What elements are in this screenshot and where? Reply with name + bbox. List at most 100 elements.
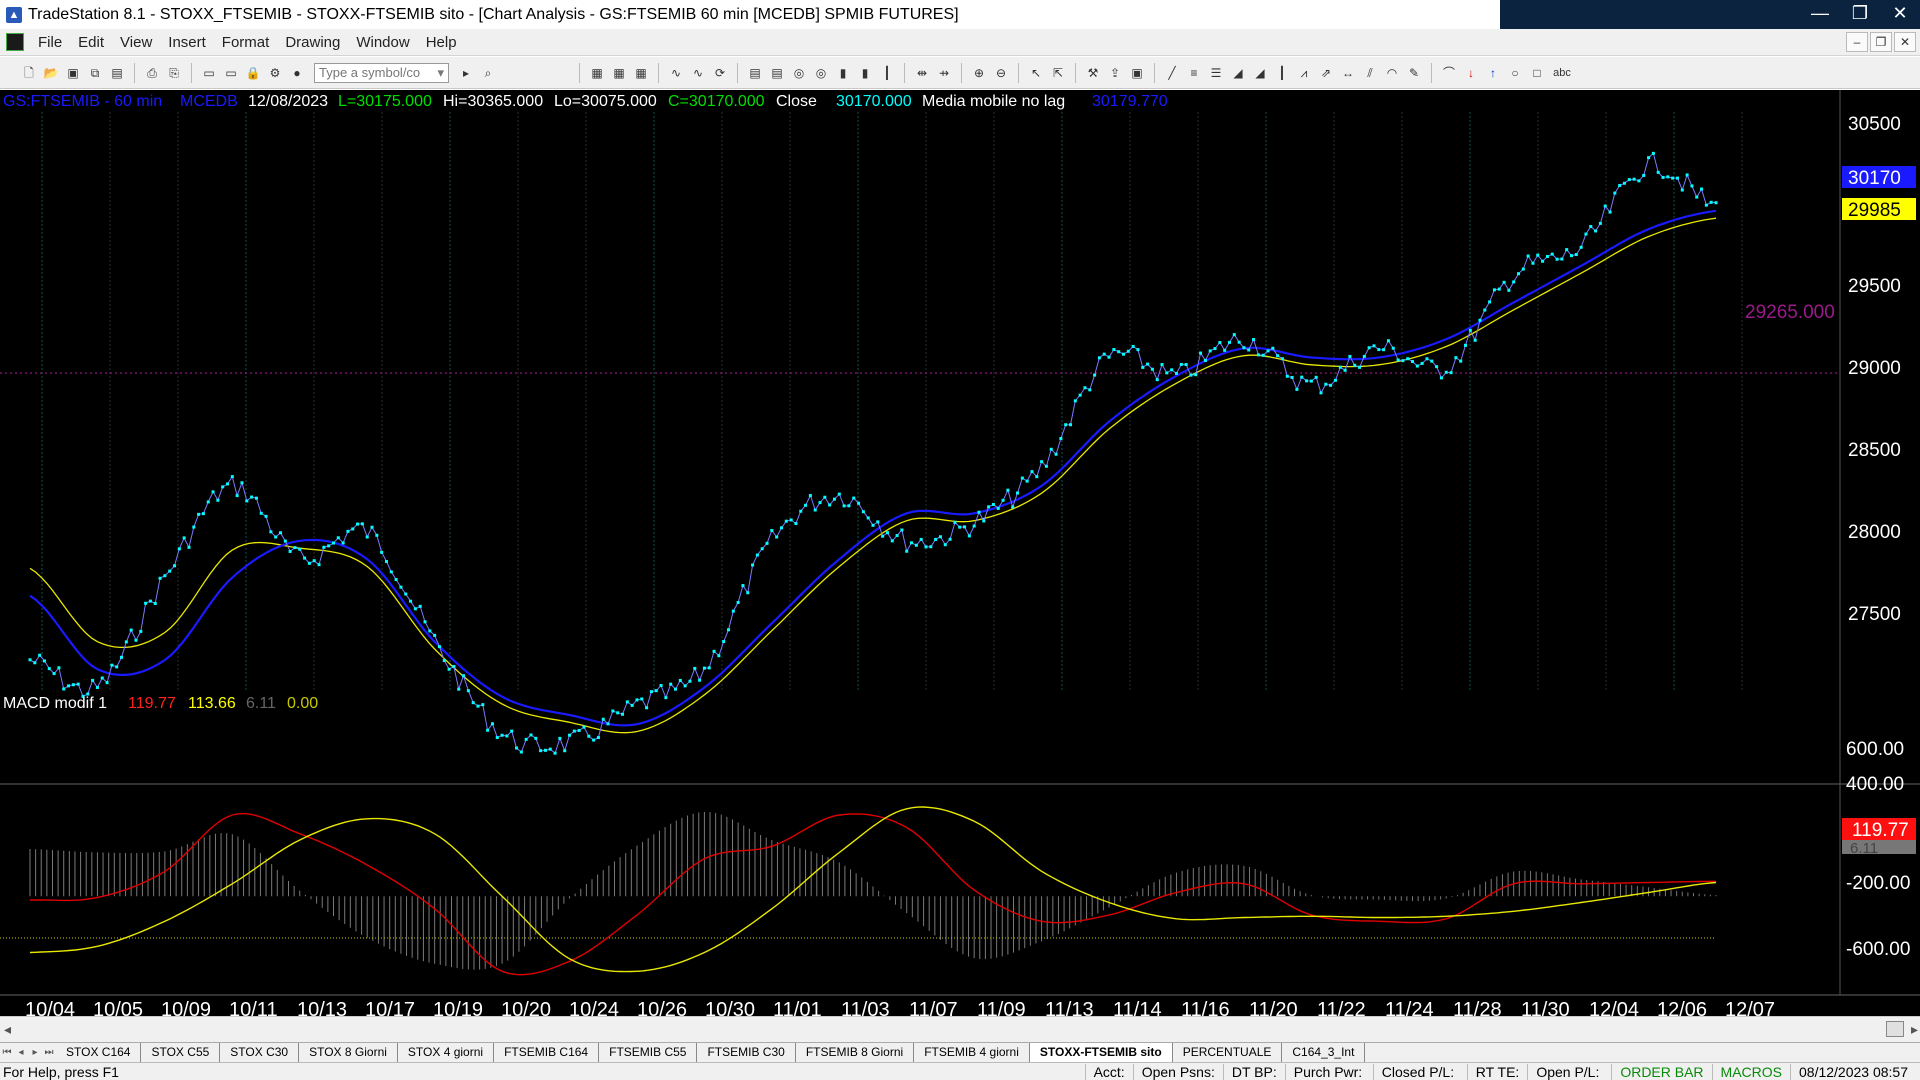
mdi-close-button[interactable]: ✕ (1894, 32, 1916, 52)
scanner-icon[interactable]: ◎ (813, 65, 829, 81)
rectangle-icon[interactable]: □ (1529, 65, 1545, 81)
mdi-restore-button[interactable]: ❐ (1870, 32, 1892, 52)
price-point (1497, 287, 1501, 291)
menu-insert[interactable]: Insert (160, 34, 214, 51)
chart-grid-icon-2[interactable]: ▦ (611, 65, 627, 81)
tool-icon[interactable]: ▣ (1129, 65, 1145, 81)
status-macros[interactable]: MACROS (1711, 1064, 1790, 1080)
workspace-icon[interactable]: ▤ (109, 65, 125, 81)
tab-c164-3-int[interactable]: C164_3_Int (1282, 1043, 1366, 1062)
chart-analysis-window[interactable]: GS:FTSEMIB - 60 min MCEDB 12/08/2023 L=3… (0, 90, 1920, 1026)
menu-window[interactable]: Window (348, 34, 417, 51)
menu-file[interactable]: File (30, 34, 70, 51)
hammer-icon[interactable]: ⚒ (1085, 65, 1101, 81)
text-icon[interactable]: abc (1551, 65, 1573, 81)
tab-stox-c164[interactable]: STOX C164 (56, 1043, 142, 1062)
open-icon[interactable]: 📂 (43, 65, 59, 81)
arrow-up-icon[interactable]: ↑ (1485, 65, 1501, 81)
tab-last-icon[interactable]: ⏭ (42, 1047, 56, 1058)
tab-ftsemib-c164[interactable]: FTSEMIB C164 (494, 1043, 600, 1062)
indicator-icon[interactable]: ∿ (668, 65, 684, 81)
price-point (1121, 352, 1125, 356)
menu-drawing[interactable]: Drawing (277, 34, 348, 51)
menu-view[interactable]: View (112, 34, 160, 51)
cycle-lines-icon[interactable]: ┃ (1274, 65, 1290, 81)
tab-stox-4-giorni[interactable]: STOX 4 giorni (398, 1043, 495, 1062)
globe-icon[interactable]: ● (289, 65, 305, 81)
lock-icon[interactable]: 🔒 (245, 65, 261, 81)
arrow-down-icon[interactable]: ↓ (1463, 65, 1479, 81)
horizontal-scrollbar[interactable]: ◂ ▸ (0, 1016, 1920, 1042)
tab-stox-c30[interactable]: STOX C30 (220, 1043, 300, 1062)
scroll-left-icon[interactable]: ◂ (4, 1021, 11, 1038)
data-window-icon[interactable]: ▦ (633, 65, 649, 81)
tab-percentuale[interactable]: PERCENTUALE (1173, 1043, 1283, 1062)
mdi-minimize-button[interactable]: – (1846, 32, 1868, 52)
minimize-button[interactable]: — (1800, 0, 1840, 29)
cursor-select-icon[interactable]: ⇱ (1050, 65, 1066, 81)
tab-stox-c55[interactable]: STOX C55 (141, 1043, 221, 1062)
menu-edit[interactable]: Edit (70, 34, 112, 51)
curve-icon[interactable]: ⌒ (1441, 65, 1457, 81)
tab-prev-icon[interactable]: ◂ (14, 1047, 28, 1058)
symbol-input[interactable]: Type a symbol/co ▾ (314, 62, 449, 83)
speed-lines-icon[interactable]: ◢ (1252, 65, 1268, 81)
tab-next-icon[interactable]: ▸ (28, 1047, 42, 1058)
tab-ftsemib-4-giorni[interactable]: FTSEMIB 4 giorni (914, 1043, 1030, 1062)
strategy-icon[interactable]: ∿ (690, 65, 706, 81)
ellipse-icon[interactable]: ○ (1507, 65, 1523, 81)
print-icon[interactable]: ⎙ (144, 65, 160, 81)
chart-type-icon[interactable]: ▮ (857, 65, 873, 81)
format-icon[interactable]: ▤ (747, 65, 763, 81)
expand-icon[interactable]: ⇹ (914, 65, 930, 81)
save-icon[interactable]: ▣ (65, 65, 81, 81)
zoom-in-icon[interactable]: ⊕ (971, 65, 987, 81)
menu-help[interactable]: Help (418, 34, 465, 51)
tab-stox-8-giorni[interactable]: STOX 8 Giorni (299, 1043, 398, 1062)
radar-icon[interactable]: ◎ (791, 65, 807, 81)
arc-icon[interactable]: ◠ (1384, 65, 1400, 81)
tradestation-app-icon[interactable]: ▲ (6, 6, 22, 23)
tab-ftsemib-c55[interactable]: FTSEMIB C55 (599, 1043, 698, 1062)
tools-icon[interactable]: ⚙ (267, 65, 283, 81)
window-list-icon[interactable]: ▭ (223, 65, 239, 81)
tab-first-icon[interactable]: ⏮ (0, 1047, 14, 1058)
pointer-icon[interactable]: ↖ (1028, 65, 1044, 81)
pencil-icon[interactable]: ✎ (1406, 65, 1422, 81)
format-icon-2[interactable]: ▤ (769, 65, 785, 81)
gann-icon[interactable]: ◢ (1230, 65, 1246, 81)
tab-ftsemib-8-giorni[interactable]: FTSEMIB 8 Giorni (796, 1043, 915, 1062)
play-icon[interactable]: ▸ (458, 65, 474, 81)
scroll-thumb[interactable] (1886, 1021, 1904, 1037)
bars-icon[interactable]: ┃ (879, 65, 895, 81)
refresh-icon[interactable]: ⟳ (712, 65, 728, 81)
copy-icon[interactable]: ⧉ (87, 65, 103, 81)
chart-canvas[interactable]: GS:FTSEMIB - 60 min MCEDB 12/08/2023 L=3… (0, 90, 1920, 1026)
fibonacci-icon[interactable]: ☰ (1208, 65, 1224, 81)
status-order-bar[interactable]: ORDER BAR (1611, 1064, 1711, 1080)
export-icon[interactable]: ⇪ (1107, 65, 1123, 81)
new-icon[interactable]: 🗋 (21, 65, 37, 81)
zoom-out-icon[interactable]: ⊖ (993, 65, 1009, 81)
regression-icon[interactable]: ⇗ (1318, 65, 1334, 81)
chart-grid-icon[interactable]: ▦ (589, 65, 605, 81)
chart-close-value: C=30170.000 (668, 93, 765, 110)
horizontal-arrow-icon[interactable]: ↔ (1340, 65, 1356, 81)
scroll-right-icon[interactable]: ▸ (1911, 1021, 1918, 1038)
tab-ftsemib-c30[interactable]: FTSEMIB C30 (697, 1043, 796, 1062)
compress-icon[interactable]: ⇸ (936, 65, 952, 81)
close-button[interactable]: ✕ (1880, 0, 1920, 29)
window-icon[interactable]: ▭ (201, 65, 217, 81)
andrews-icon[interactable]: ⩘ (1296, 65, 1312, 81)
trendline-icon[interactable]: ╱ (1164, 65, 1180, 81)
restore-button[interactable]: ❐ (1840, 0, 1880, 29)
chart-bar-icon[interactable]: ▮ (835, 65, 851, 81)
tab-stoxx-ftsemib-sito[interactable]: STOXX-FTSEMIB sito (1029, 1043, 1173, 1062)
menu-format[interactable]: Format (214, 34, 278, 51)
horizontal-lines-icon[interactable]: ≡ (1186, 65, 1202, 81)
chart-document-icon[interactable] (6, 33, 24, 51)
parallel-lines-icon[interactable]: ⫽ (1362, 65, 1378, 81)
print-preview-icon[interactable]: ⎘ (166, 65, 182, 81)
chevron-down-icon[interactable]: ▾ (437, 65, 444, 81)
symbol-lookup-icon[interactable]: ⌕ (480, 65, 496, 81)
